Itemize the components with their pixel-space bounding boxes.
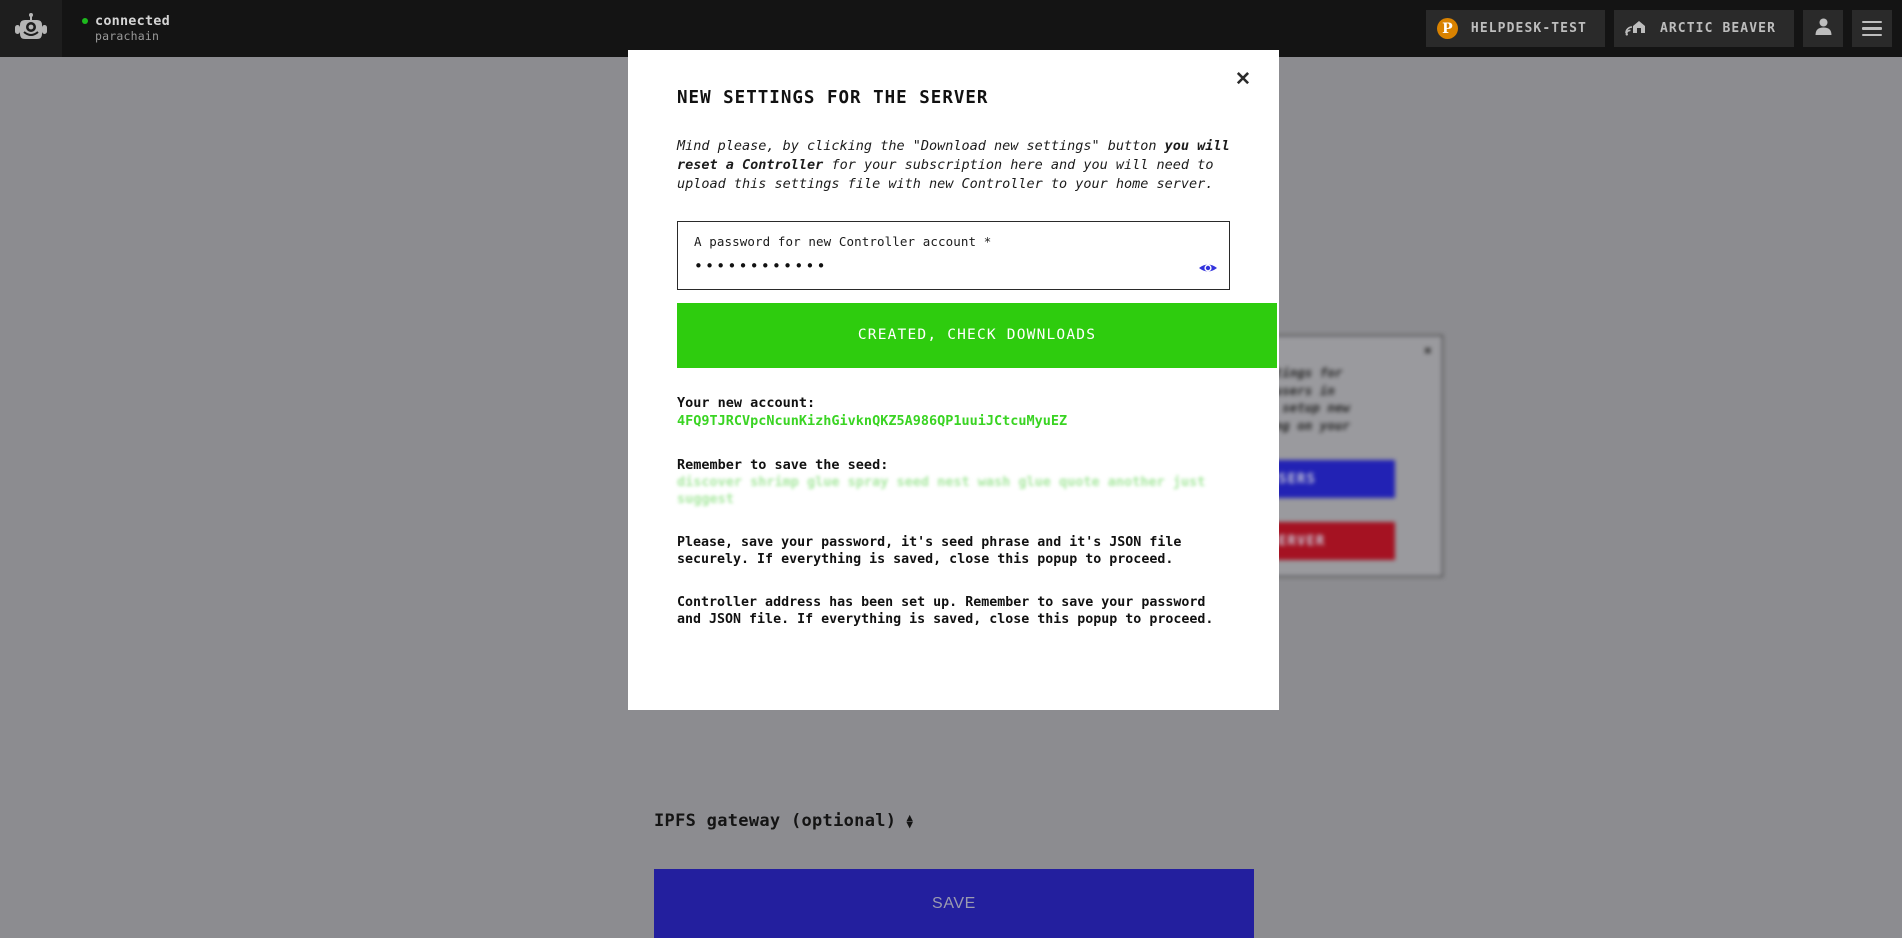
password-input[interactable]: •••••••••••• [694, 257, 1213, 275]
eye-icon [1198, 261, 1218, 278]
created-check-downloads-button[interactable]: CREATED, CHECK DOWNLOADS [677, 302, 1277, 368]
account-button[interactable] [1803, 10, 1843, 47]
password-field[interactable]: A password for new Controller account * … [677, 220, 1230, 290]
chip-helpdesk-test[interactable]: P HELPDESK-TEST [1425, 10, 1605, 47]
save-note-2: Controller address has been set up. Reme… [677, 594, 1214, 628]
home-wifi-icon [1625, 18, 1647, 40]
p-badge-icon: P [1436, 18, 1458, 39]
account-section: Your new account: 4FQ9TJRCVpcNcunKizhGiv… [677, 394, 1230, 430]
topbar-actions: P HELPDESK-TEST ARCTIC BEAVER [1425, 0, 1902, 57]
modal-title: NEW SETTINGS FOR THE SERVER [677, 88, 989, 108]
seed-heading: Remember to save the seed: [677, 456, 889, 473]
robot-head-icon [14, 12, 48, 45]
chip-helpdesk-label: HELPDESK-TEST [1470, 21, 1587, 36]
top-bar: connected parachain P HELPDESK-TEST ARCT… [0, 0, 1902, 57]
modal-intro-text: Mind please, by clicking the "Download n… [677, 137, 1230, 195]
account-heading: Your new account: [677, 394, 816, 411]
account-address[interactable]: 4FQ9TJRCVpcNcunKizhGivknQKZ5A986QP1uuiJC… [677, 412, 1230, 430]
save-button[interactable]: SAVE [654, 869, 1254, 938]
modal-close-button[interactable]: ✕ [1229, 65, 1257, 93]
password-field-label: A password for new Controller account * [694, 233, 992, 249]
menu-button[interactable] [1852, 10, 1892, 47]
toggle-password-visibility-button[interactable] [1197, 259, 1219, 281]
connection-network-label: parachain [95, 29, 160, 43]
status-dot-icon [82, 18, 88, 24]
connection-status: connected parachain [82, 0, 170, 57]
connection-state-label: connected [95, 13, 170, 29]
person-icon [1814, 17, 1833, 40]
save-note-1: Please, save your password, it's seed ph… [677, 534, 1182, 568]
hamburger-icon [1862, 20, 1882, 37]
app-logo[interactable] [0, 0, 62, 57]
ipfs-gateway-label: IPFS gateway (optional) [654, 811, 897, 831]
chevron-up-down-icon: ▲ ▼ [906, 811, 913, 831]
ipfs-gateway-selector[interactable]: IPFS gateway (optional) ▲ ▼ [654, 811, 913, 831]
chip-arctic-beaver[interactable]: ARCTIC BEAVER [1613, 10, 1794, 47]
close-icon[interactable]: ✖ [1424, 344, 1432, 359]
connection-state-row: connected [82, 13, 170, 29]
new-settings-modal: ✕ NEW SETTINGS FOR THE SERVER Mind pleas… [628, 50, 1279, 710]
seed-phrase[interactable]: discover shrimp glue spray seed nest was… [677, 474, 1230, 508]
seed-section: Remember to save the seed: discover shri… [677, 456, 1230, 508]
chip-arctic-beaver-label: ARCTIC BEAVER [1659, 21, 1776, 36]
modal-intro-part1: Mind please, by clicking the "Download n… [677, 138, 1165, 154]
